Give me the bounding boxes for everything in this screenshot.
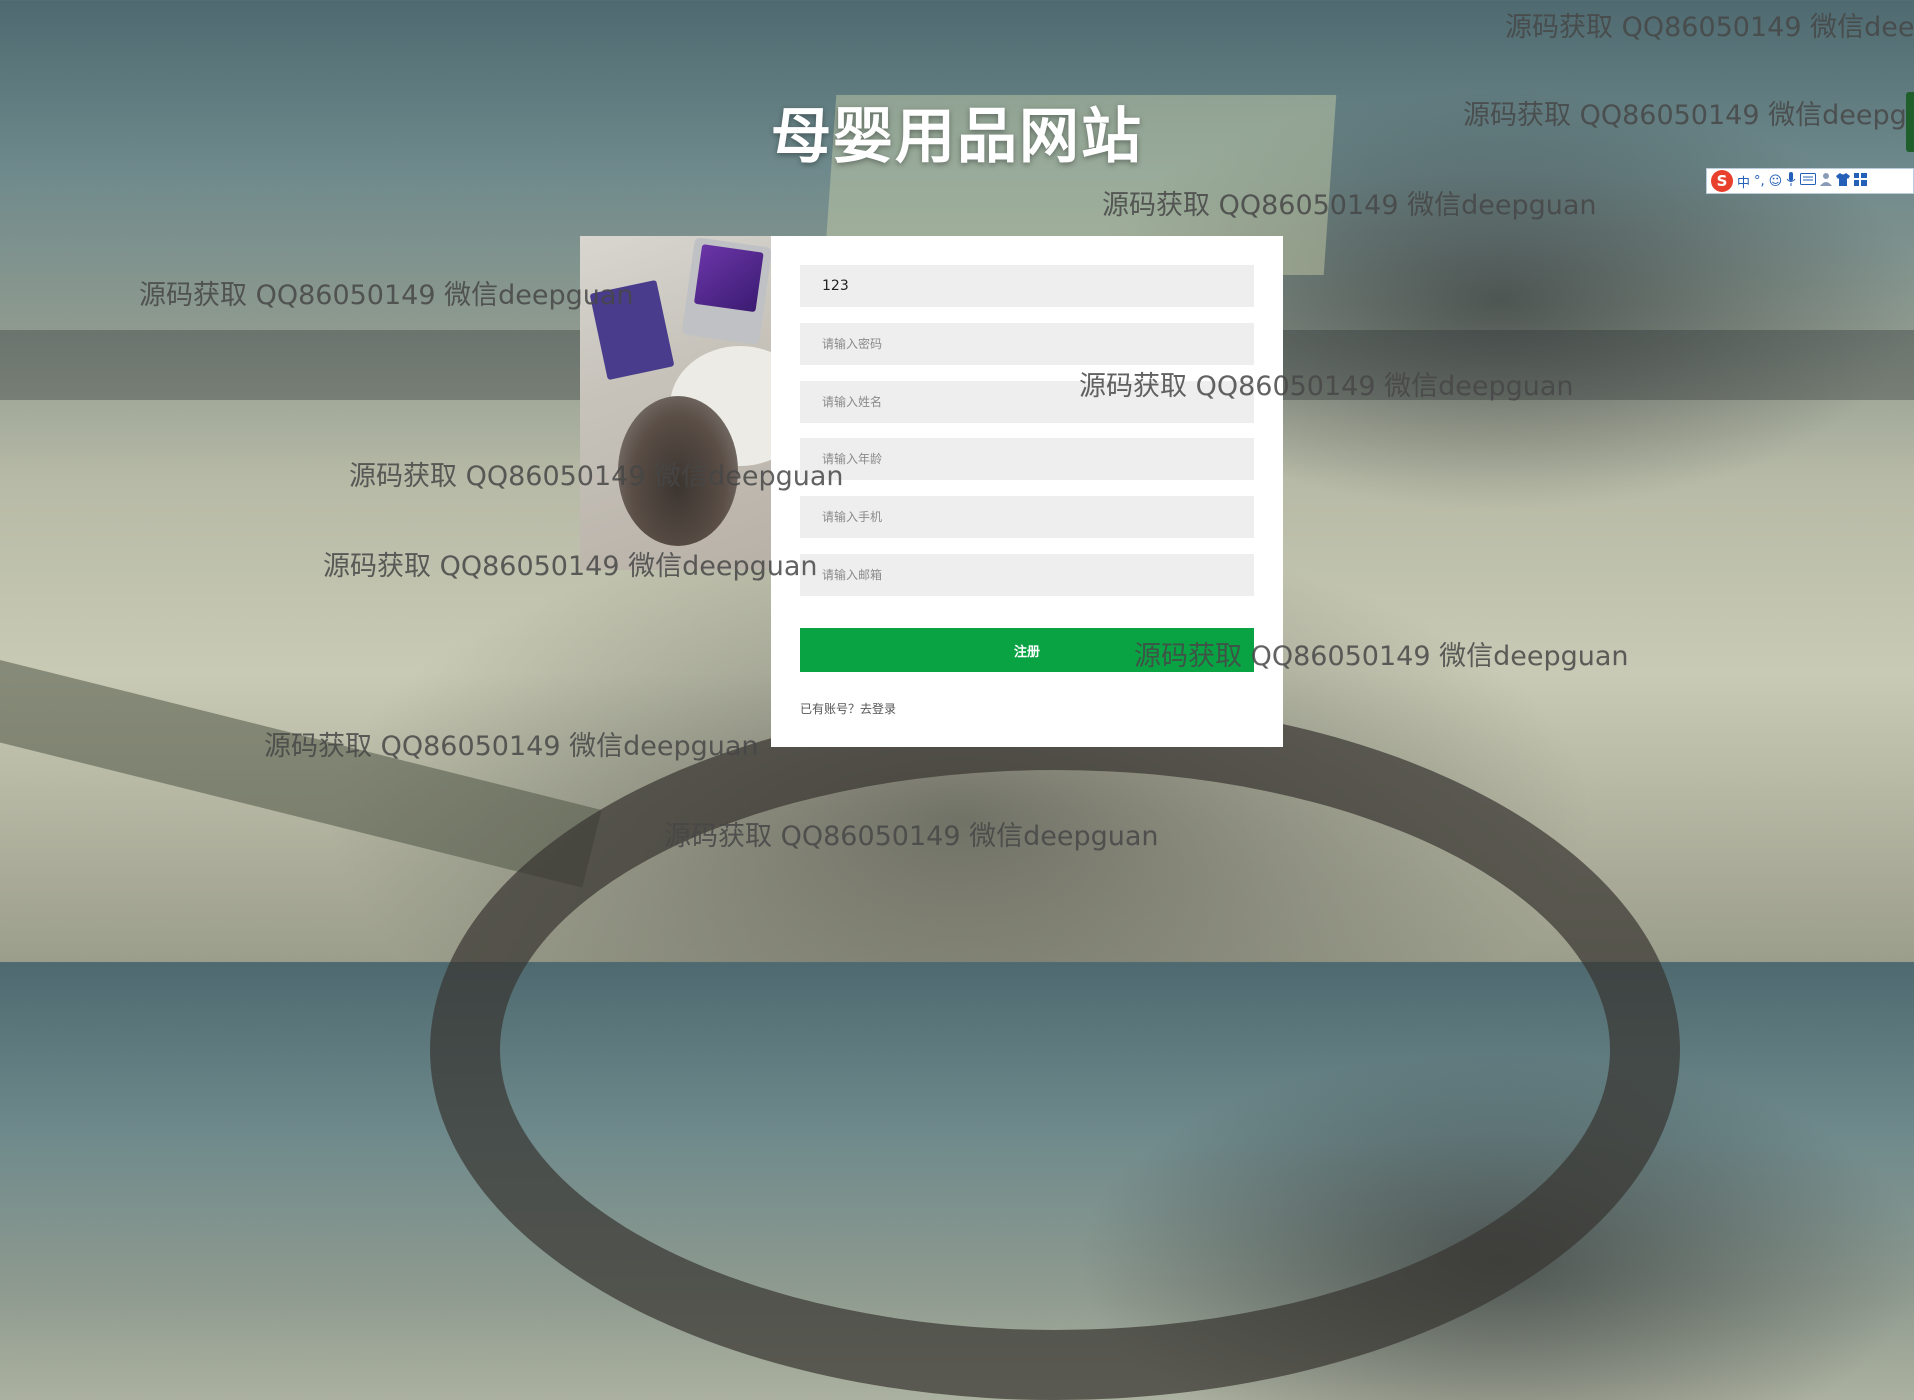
photo-laptop [681, 237, 771, 345]
name-field[interactable] [800, 381, 1254, 423]
emoji-icon[interactable]: ☺ [1769, 174, 1783, 189]
password-field[interactable] [800, 323, 1254, 365]
watermark-text: 源码获取 QQ86050149 微信deepguan [139, 280, 634, 311]
user-icon[interactable] [1820, 172, 1833, 190]
email-field[interactable] [800, 554, 1254, 596]
register-button[interactable]: 注册 [800, 628, 1254, 672]
ime-toolbar[interactable]: S 中 °, ☺ [1706, 168, 1914, 194]
login-link[interactable]: 已有账号？去登录 [800, 700, 896, 717]
background-ruler [0, 660, 602, 888]
photo-notebook [589, 279, 675, 381]
grid-icon[interactable] [1854, 172, 1868, 190]
keyboard-icon[interactable] [1800, 173, 1817, 189]
sogou-logo-icon[interactable]: S [1711, 170, 1733, 192]
register-form: 注册 已有账号？去登录 [771, 236, 1283, 747]
watermark-text: 源码获取 QQ86050149 微信deepguan [1505, 12, 1914, 43]
background-protractor [430, 700, 1680, 1400]
punctuation-icon[interactable]: °, [1754, 174, 1765, 189]
register-card: 注册 已有账号？去登录 [580, 236, 1283, 747]
phone-field[interactable] [800, 496, 1254, 538]
shirt-icon[interactable] [1836, 172, 1851, 190]
age-field[interactable] [800, 438, 1254, 480]
page-title: 母婴用品网站 [771, 102, 1143, 173]
mic-icon[interactable] [1786, 172, 1796, 190]
decorative-photo [580, 236, 771, 570]
photo-person [618, 396, 738, 546]
ime-mode-toggle[interactable]: 中 [1737, 172, 1750, 191]
ime-side-tab[interactable] [1906, 92, 1914, 152]
username-field[interactable] [800, 265, 1254, 307]
